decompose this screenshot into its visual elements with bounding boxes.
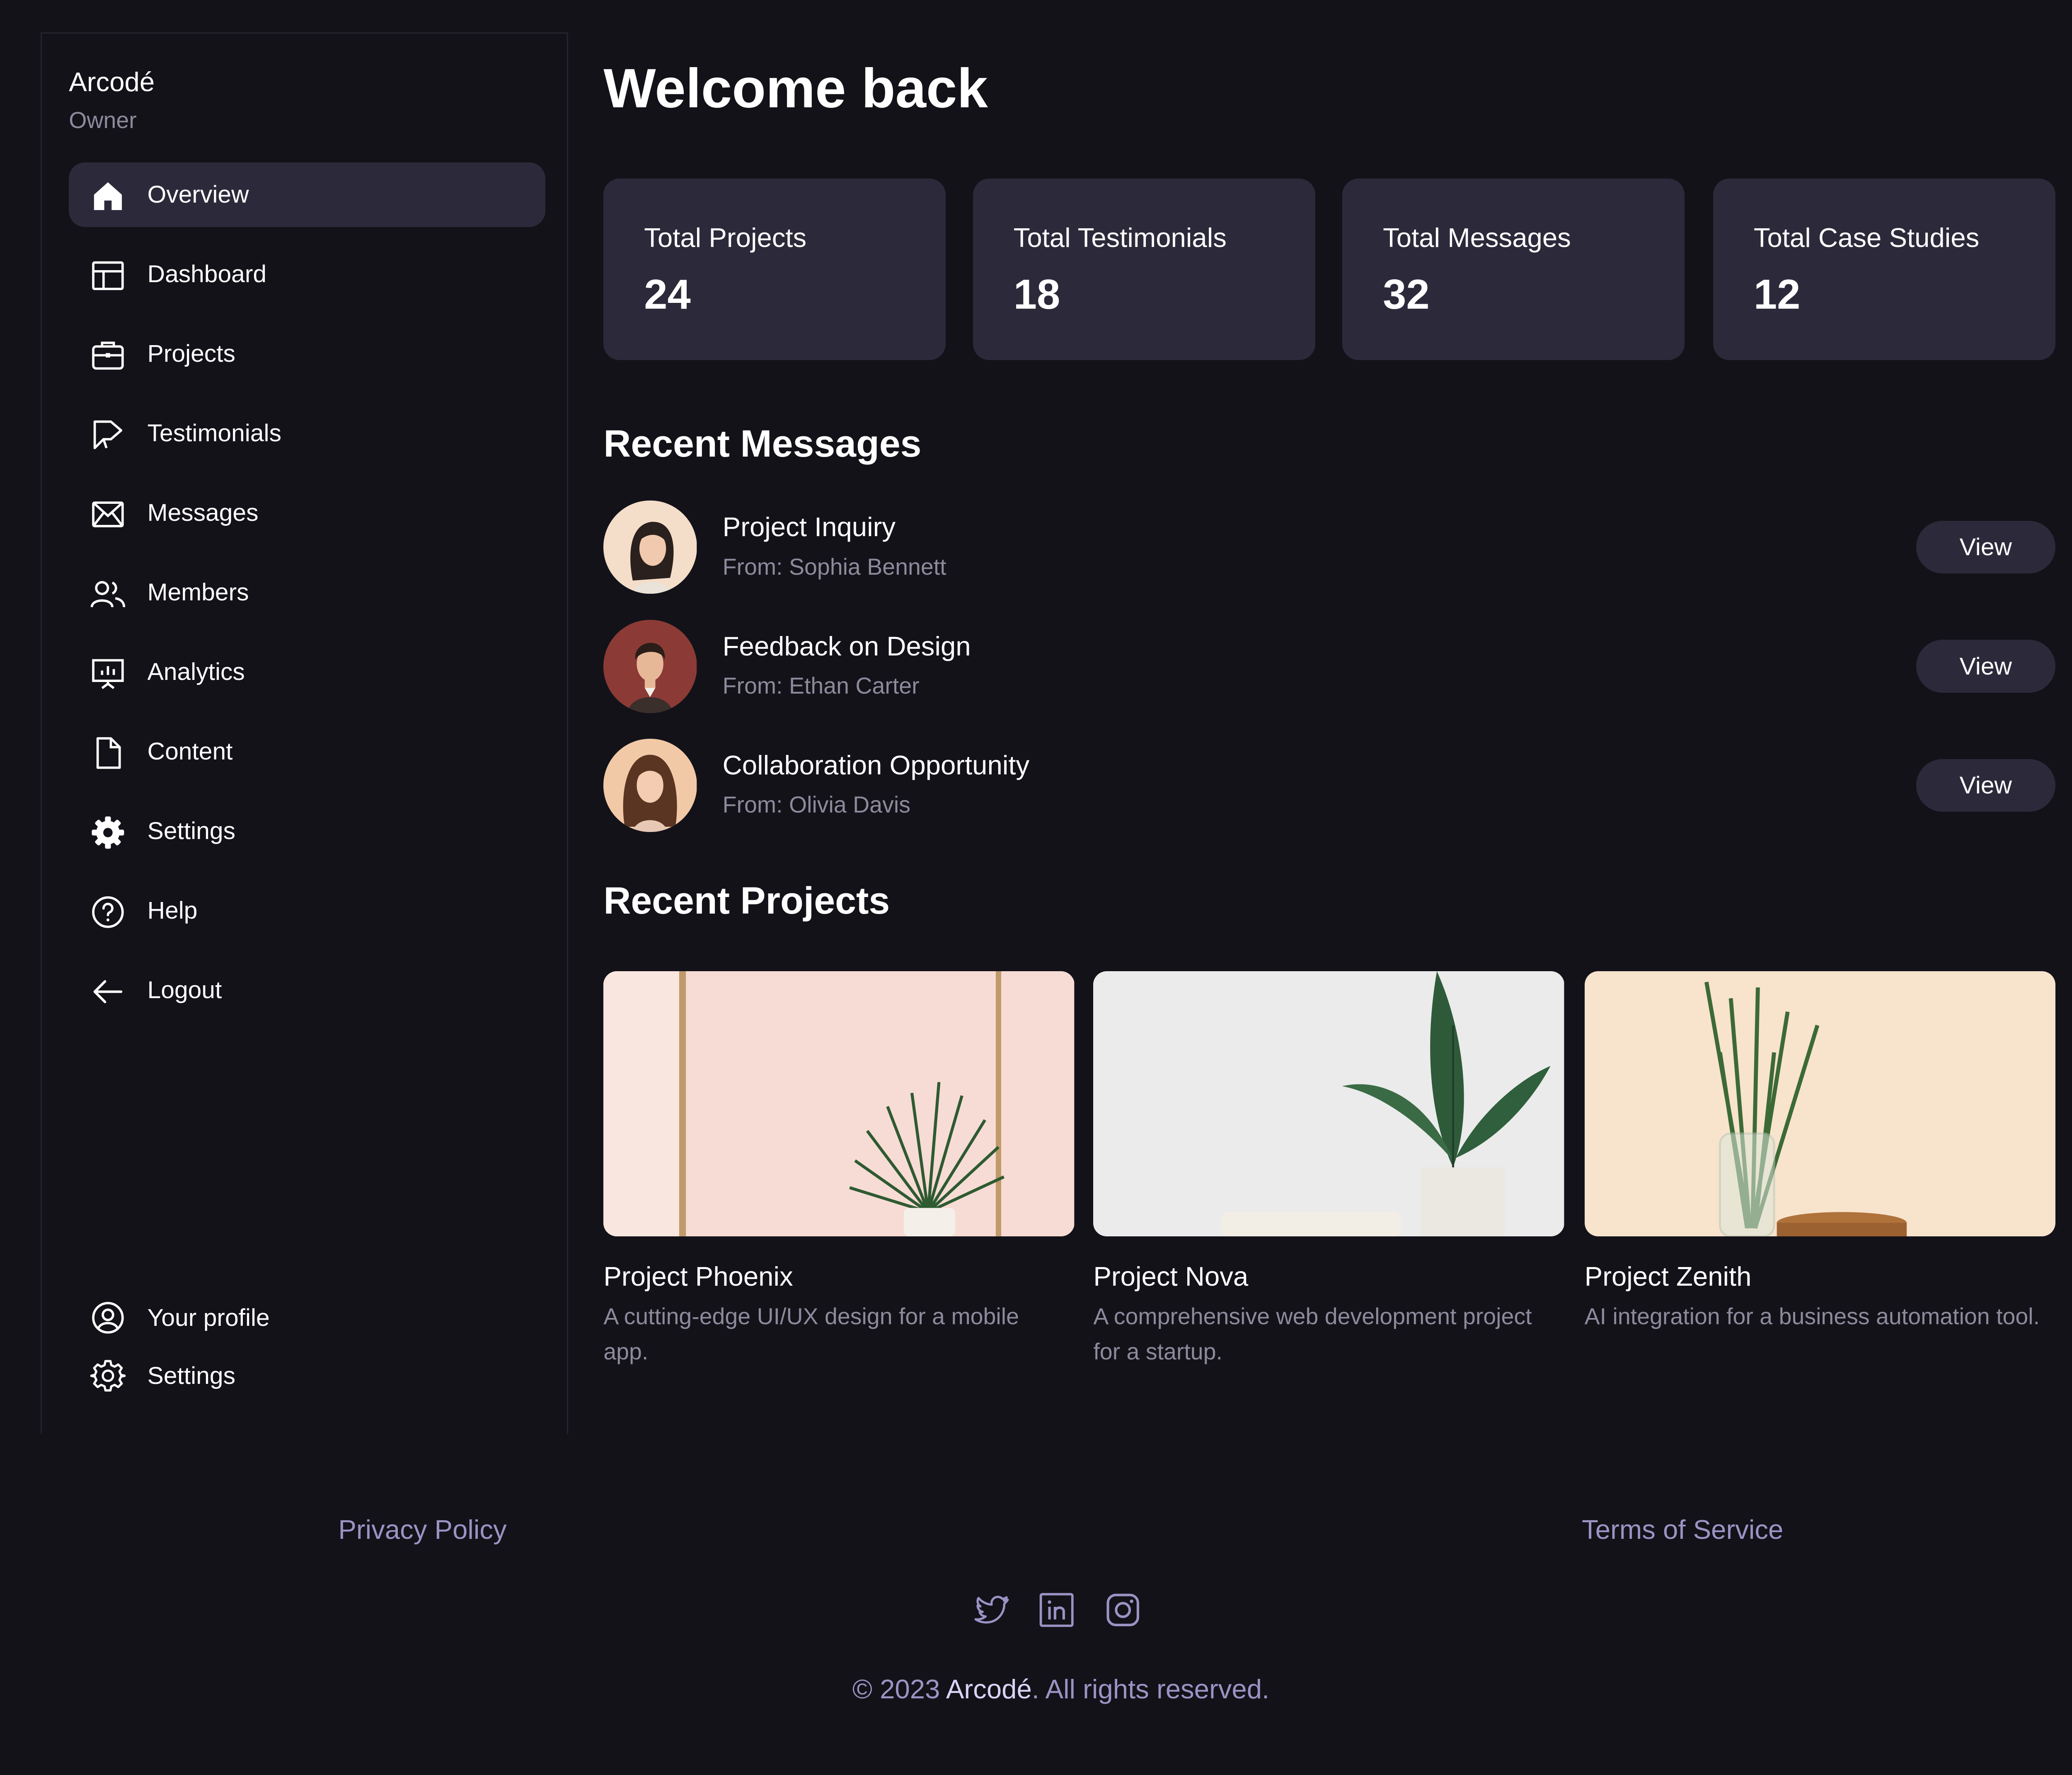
project-title: Project Nova [1093,1261,1249,1292]
sidebar-item-label: Messages [147,499,259,527]
twitter-icon[interactable] [973,1591,1011,1629]
message-row: Collaboration Opportunity From: Olivia D… [603,738,2055,834]
sidebar-item-content[interactable]: Content [69,719,545,784]
avatar [603,501,697,594]
stat-label: Total Projects [644,222,807,253]
user-circle-icon [92,1301,124,1334]
home-icon [94,182,122,210]
question-circle-icon [92,896,124,928]
stat-card-case-studies: Total Case Studies 12 [1713,179,2055,360]
presentation-chart-icon [92,659,124,689]
message-sender: From: Ethan Carter [722,672,920,699]
copyright-prefix: © 2023 [852,1674,946,1705]
sidebar-item-members[interactable]: Members [69,560,545,625]
project-image [603,971,1075,1237]
instagram-icon[interactable] [1104,1591,1142,1629]
recent-projects-title: Recent Projects [603,880,890,922]
stat-value: 32 [1383,271,1430,318]
sidebar-item-label: Settings [147,817,235,845]
view-message-button[interactable]: View [1916,759,2055,812]
cog-outline-icon [90,1360,126,1392]
sidebar-brand: Arcodé [69,66,155,97]
briefcase-icon [92,341,124,370]
mail-icon [92,501,124,527]
sidebar-item-projects[interactable]: Projects [69,322,545,387]
message-subject: Project Inquiry [722,512,896,542]
sidebar-item-label: Analytics [147,658,245,686]
sidebar-item-label: Projects [147,340,235,368]
project-description: A cutting-edge UI/UX design for a mobile… [603,1303,1019,1364]
sidebar-item-testimonials[interactable]: Testimonials [69,401,545,466]
arrow-left-icon [94,980,123,1003]
privacy-policy-link[interactable]: Privacy Policy [338,1514,506,1545]
stat-card-testimonials: Total Testimonials 18 [973,179,1315,360]
sidebar-item-analytics[interactable]: Analytics [69,639,545,704]
avatar [603,738,697,832]
megaphone-icon [94,420,123,449]
sidebar-item-account-settings[interactable]: Settings [69,1350,545,1401]
stat-label: Total Case Studies [1753,222,1980,253]
cog-filled-icon [92,816,124,849]
sidebar-item-help[interactable]: Help [69,878,545,943]
sidebar-item-label: Your profile [147,1304,270,1331]
sidebar-item-label: Settings [147,1362,235,1389]
sidebar-item-messages[interactable]: Messages [69,481,545,546]
sidebar-item-label: Help [147,897,198,924]
message-subject: Collaboration Opportunity [722,750,1030,780]
copyright-suffix: . All rights reserved. [1031,1674,1270,1705]
sidebar-footer: Your profile Settings [69,1292,545,1408]
stat-card-projects: Total Projects 24 [603,179,946,360]
message-sender: From: Olivia Davis [722,792,910,818]
message-row: Feedback on Design From: Ethan Carter Vi… [603,619,2055,715]
stat-value: 18 [1013,271,1060,318]
sidebar-role: Owner [69,107,137,133]
avatar [603,619,697,713]
sidebar-item-overview[interactable]: Overview [69,162,545,227]
sidebar-item-label: Dashboard [147,261,267,288]
sidebar-nav: Overview Dashboard Projects Testimonials… [69,162,545,1037]
view-message-button[interactable]: View [1916,521,2055,574]
document-icon [97,737,121,769]
stat-value: 12 [1753,271,1801,318]
layout-icon [92,261,124,290]
sidebar-item-label: Testimonials [147,420,281,447]
terms-of-service-link[interactable]: Terms of Service [1582,1514,1783,1545]
stat-card-messages: Total Messages 32 [1342,179,1685,360]
sidebar-item-label: Content [147,738,233,765]
page-title: Welcome back [603,58,988,120]
sidebar-item-label: Overview [147,181,249,208]
linkedin-icon[interactable] [1038,1591,1075,1629]
copyright: © 2023 Arcodé. All rights reserved. [0,1673,2072,1705]
project-image [1093,971,1564,1237]
message-sender: From: Sophia Bennett [722,554,946,580]
sidebar-item-label: Logout [147,977,222,1004]
sidebar-item-your-profile[interactable]: Your profile [69,1292,545,1343]
sidebar: Arcodé Owner Overview Dashboard Projects… [40,32,569,1434]
sidebar-item-logout[interactable]: Logout [69,958,545,1023]
stat-label: Total Testimonials [1013,222,1227,253]
stat-label: Total Messages [1383,222,1571,253]
project-image [1584,971,2055,1237]
view-message-button[interactable]: View [1916,640,2055,693]
users-icon [91,580,126,607]
sidebar-item-settings[interactable]: Settings [69,798,545,863]
message-subject: Feedback on Design [722,631,971,661]
message-row: Project Inquiry From: Sophia Bennett Vie… [603,501,2055,595]
stat-value: 24 [644,271,691,318]
project-description: AI integration for a business automation… [1584,1303,2040,1329]
project-description: A comprehensive web development project … [1093,1303,1532,1364]
project-title: Project Zenith [1584,1261,1752,1292]
recent-messages-title: Recent Messages [603,422,922,465]
sidebar-item-dashboard[interactable]: Dashboard [69,242,545,307]
project-title: Project Phoenix [603,1261,793,1292]
copyright-brand: Arcodé [946,1674,1032,1705]
sidebar-item-label: Members [147,579,249,606]
